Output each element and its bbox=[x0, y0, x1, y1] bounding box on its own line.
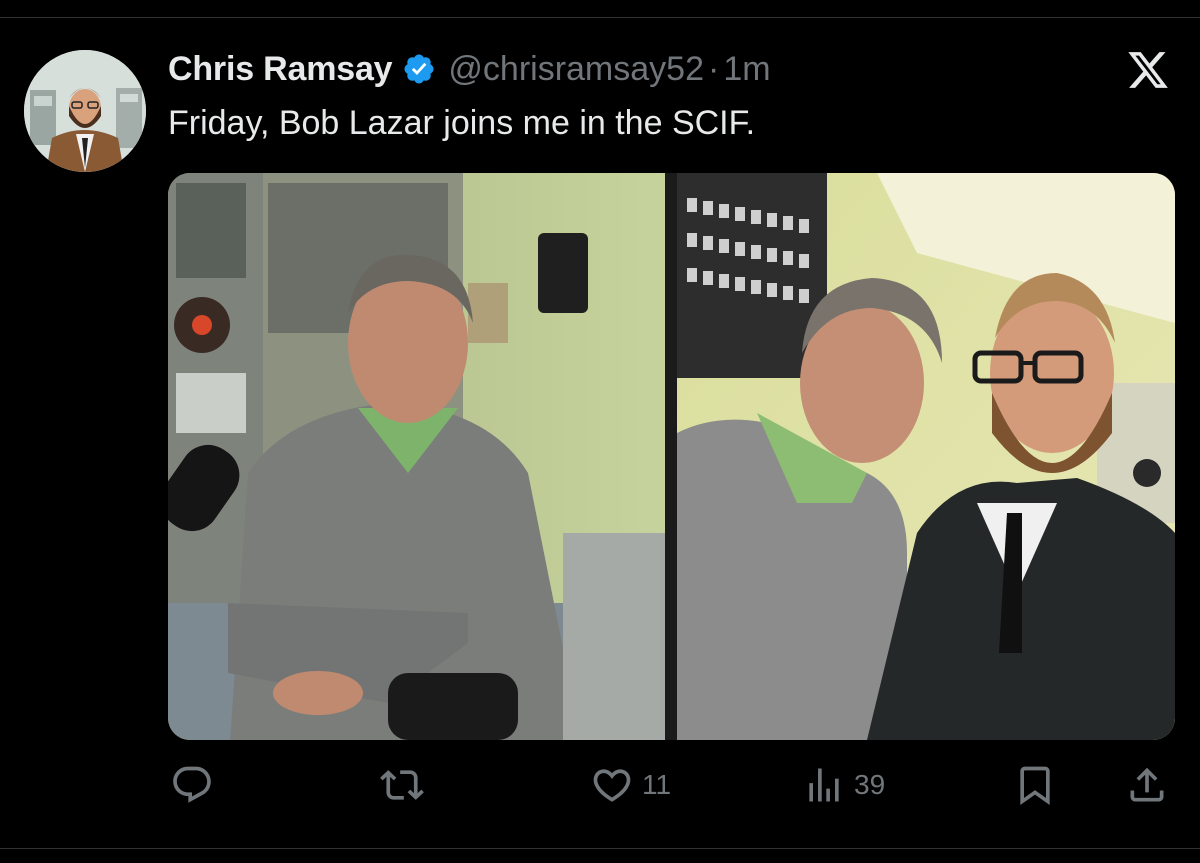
tweet-actions: 11 39 bbox=[168, 760, 1175, 810]
avatar-photo bbox=[24, 50, 146, 172]
bottom-divider bbox=[0, 848, 1200, 849]
bookmark-icon bbox=[1013, 763, 1057, 807]
media-photo-right[interactable] bbox=[677, 173, 1175, 740]
share-button[interactable] bbox=[1125, 760, 1169, 810]
top-divider bbox=[0, 17, 1200, 18]
reply-icon bbox=[170, 763, 214, 807]
tweet-header: Chris Ramsay @chrisramsay52 · 1m bbox=[168, 46, 771, 92]
view-count: 39 bbox=[854, 769, 886, 800]
tweet-text: Friday, Bob Lazar joins me in the SCIF. bbox=[168, 104, 756, 142]
like-button[interactable]: 11 bbox=[590, 760, 671, 810]
views-icon bbox=[802, 763, 846, 807]
share-icon bbox=[1125, 763, 1169, 807]
like-count: 11 bbox=[642, 769, 672, 800]
heart-icon bbox=[590, 763, 634, 807]
author-handle[interactable]: @chrisramsay52 bbox=[448, 50, 704, 89]
repost-button[interactable] bbox=[380, 760, 424, 810]
x-logo-icon[interactable] bbox=[1126, 48, 1170, 92]
bookmark-button[interactable] bbox=[1013, 760, 1057, 810]
media-photo-left[interactable] bbox=[168, 173, 665, 740]
tweet-time[interactable]: 1m bbox=[723, 50, 770, 89]
separator-dot: · bbox=[707, 49, 720, 88]
repost-icon bbox=[380, 763, 424, 807]
reply-button[interactable] bbox=[170, 760, 214, 810]
author-name[interactable]: Chris Ramsay bbox=[168, 50, 393, 89]
views-button[interactable]: 39 bbox=[802, 760, 885, 810]
avatar[interactable] bbox=[24, 50, 146, 172]
verified-badge-icon[interactable] bbox=[402, 52, 436, 86]
tweet-media[interactable] bbox=[168, 173, 1175, 740]
